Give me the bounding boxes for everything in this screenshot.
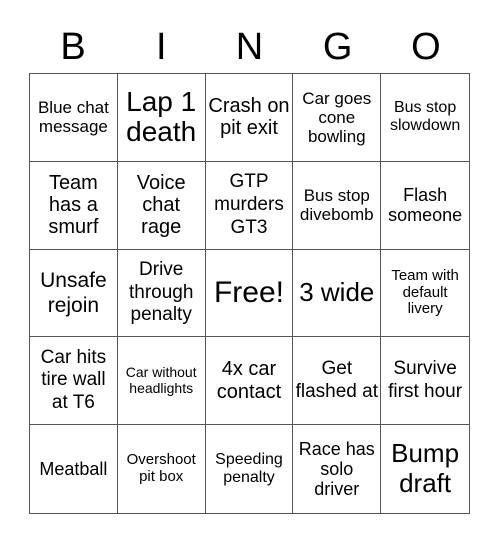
bingo-cell[interactable]: Meatball xyxy=(30,425,118,513)
bingo-card-grid: Blue chat message Lap 1 death Crash on p… xyxy=(29,73,470,514)
bingo-cell[interactable]: Drive through penalty xyxy=(117,249,206,338)
bingo-cell[interactable]: Lap 1 death xyxy=(117,74,206,162)
bingo-cell[interactable]: GTP murders GT3 xyxy=(205,161,294,250)
bingo-cell[interactable]: Bus stop slowdown xyxy=(381,74,469,162)
bingo-cell[interactable]: Car goes cone bowling xyxy=(293,74,382,162)
bingo-cell[interactable]: Speeding penalty xyxy=(206,425,294,513)
bingo-header: B I N G O xyxy=(29,22,470,73)
header-letter-o: O xyxy=(411,26,441,68)
header-letter-i: I xyxy=(156,26,167,68)
bingo-cell[interactable]: Voice chat rage xyxy=(117,161,206,250)
bingo-cell[interactable]: Flash someone xyxy=(381,162,469,250)
bingo-cell[interactable]: Race has solo driver xyxy=(293,425,382,513)
bingo-cell[interactable]: Car hits tire wall at T6 xyxy=(30,337,118,426)
bingo-cell[interactable]: Blue chat message xyxy=(30,74,118,162)
bingo-cell[interactable]: Car without headlights xyxy=(117,337,206,426)
bingo-cell[interactable]: Unsafe rejoin xyxy=(30,249,118,338)
bingo-cell[interactable]: 3 wide xyxy=(293,249,382,338)
bingo-cell[interactable]: Survive first hour xyxy=(381,337,469,426)
header-letter-g: G xyxy=(322,26,353,68)
bingo-cell[interactable]: Get flashed at xyxy=(293,337,382,426)
bingo-cell[interactable]: Overshoot pit box xyxy=(118,425,206,513)
bingo-cell[interactable]: Bump draft xyxy=(381,425,469,513)
free-space-cell[interactable]: Free! xyxy=(205,249,294,338)
bingo-cell[interactable]: Team with default livery xyxy=(381,250,469,338)
bingo-cell[interactable]: Crash on pit exit xyxy=(205,74,294,162)
header-letter-b: B xyxy=(60,26,86,68)
bingo-cell[interactable]: Bus stop divebomb xyxy=(293,161,382,250)
bingo-cell[interactable]: 4x car contact xyxy=(205,337,294,426)
header-letter-n: N xyxy=(235,26,264,68)
bingo-cell[interactable]: Team has a smurf xyxy=(30,161,118,250)
